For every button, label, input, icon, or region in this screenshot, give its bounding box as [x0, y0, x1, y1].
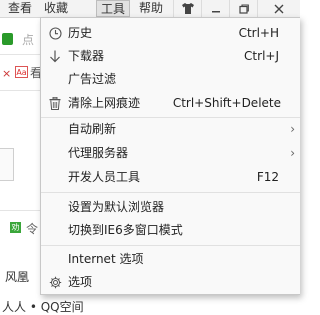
- menu-item-label: 设置为默认浏览器: [68, 200, 165, 214]
- menu-item-shortcut: Ctrl+H: [238, 26, 279, 40]
- game-icon[interactable]: 劝: [10, 222, 21, 233]
- menu-separator: [41, 245, 300, 246]
- download-arrow-icon: [47, 45, 63, 67]
- menu-item-shortcut: Ctrl+J: [244, 49, 279, 63]
- search-engine-icon[interactable]: [2, 33, 13, 45]
- search-placeholder[interactable]: 点: [22, 31, 34, 48]
- menu-item-label: 历史: [68, 26, 93, 40]
- menu-item-auto-refresh[interactable]: 自动刷新 ›: [41, 118, 300, 140]
- menu-item-label: 代理服务器: [68, 146, 129, 160]
- menu-item-internet-options[interactable]: Internet 选项: [41, 248, 300, 270]
- close-icon[interactable]: ×: [2, 67, 11, 80]
- menu-item-label: 清除上网痕迹: [68, 96, 141, 110]
- menu-item-label: 下载器: [68, 49, 105, 63]
- menu-item-shortcut: F12: [256, 170, 279, 184]
- menu-item-proxy-server[interactable]: 代理服务器 ›: [41, 142, 300, 164]
- toolbar-divider: [0, 54, 40, 55]
- restore-icon: [238, 3, 249, 14]
- menu-item-downloader[interactable]: 下载器 Ctrl+J: [41, 45, 300, 67]
- menu-favorites[interactable]: 收藏: [40, 0, 72, 17]
- bg-label-ling: 令: [26, 222, 39, 236]
- content-divider: [0, 90, 40, 91]
- menu-item-shortcut: Ctrl+Shift+Delete: [172, 96, 281, 110]
- tools-dropdown-menu: 历史 Ctrl+H 下载器 Ctrl+J 广告过滤 清除上网痕迹 Ctrl+Sh…: [40, 17, 300, 295]
- shirt-icon: [181, 3, 194, 14]
- close-button[interactable]: [257, 0, 300, 17]
- menu-item-label: Internet 选项: [68, 252, 144, 266]
- menu-item-ad-filter[interactable]: 广告过滤: [41, 68, 300, 90]
- chevron-right-icon: ›: [290, 146, 295, 160]
- menu-view[interactable]: 查看: [4, 0, 36, 17]
- menu-item-label: 自动刷新: [68, 122, 117, 136]
- menu-item-label: 切换到IE6多窗口模式: [68, 223, 183, 237]
- menu-item-dev-tools[interactable]: 开发人员工具 F12: [41, 166, 300, 188]
- content-divider-2: [0, 210, 40, 211]
- gear-icon: [47, 271, 63, 293]
- bg-label-qq[interactable]: 人人 • QQ空间: [2, 298, 84, 315]
- menu-item-history[interactable]: 历史 Ctrl+H: [41, 22, 300, 44]
- trash-icon: [47, 92, 63, 114]
- restore-button[interactable]: [229, 0, 257, 17]
- close-icon: [274, 4, 284, 13]
- menu-item-label: 广告过滤: [68, 72, 117, 86]
- bg-label-fenghuang[interactable]: 风凰: [5, 268, 29, 285]
- side-panel-box[interactable]: [0, 148, 14, 181]
- menubar: 查看 收藏 工具 帮助: [0, 0, 300, 18]
- menu-item-clear-traces[interactable]: 清除上网痕迹 Ctrl+Shift+Delete: [41, 92, 300, 114]
- menu-item-label: 开发人员工具: [68, 170, 141, 184]
- aa-badge[interactable]: Aa: [15, 66, 28, 78]
- skin-button[interactable]: [173, 0, 201, 17]
- chevron-right-icon: ›: [290, 122, 295, 136]
- menu-item-set-default-browser[interactable]: 设置为默认浏览器: [41, 196, 300, 218]
- minimize-button[interactable]: [201, 0, 229, 17]
- menu-item-switch-ie6-mode[interactable]: 切换到IE6多窗口模式: [41, 219, 300, 241]
- minimize-icon: [211, 10, 220, 12]
- menu-separator: [41, 192, 300, 193]
- menu-item-label: 选项: [68, 275, 93, 289]
- clock-icon: [47, 22, 63, 44]
- menu-tools[interactable]: 工具: [96, 0, 130, 17]
- menu-item-options[interactable]: 选项: [41, 271, 300, 293]
- menu-help[interactable]: 帮助: [135, 0, 167, 17]
